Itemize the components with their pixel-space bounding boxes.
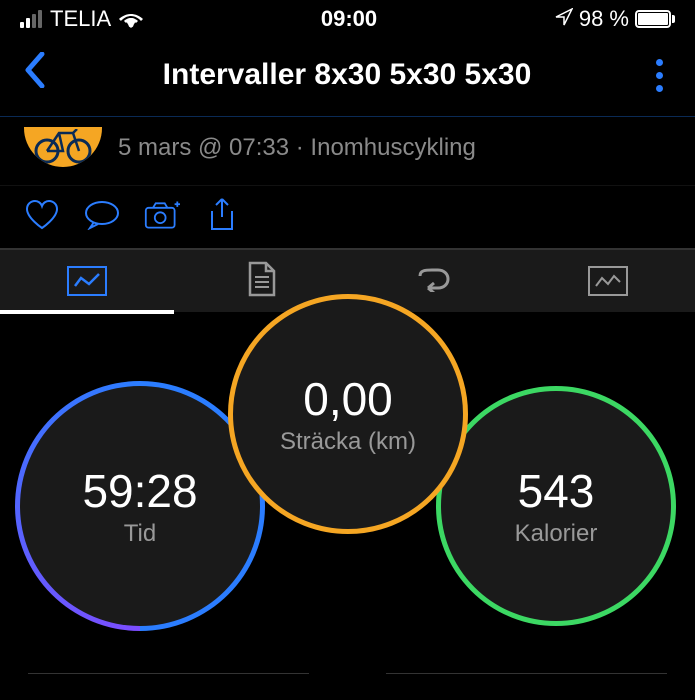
clock: 09:00 [321,6,377,32]
signal-icon [20,10,42,28]
activity-type-icon [24,127,102,167]
comment-button[interactable] [84,198,120,232]
document-icon [246,261,276,302]
carrier-label: TELIA [50,6,111,32]
gauge-distance-value: 0,00 [303,372,393,426]
stats-gauges: 59:28 Tid 0,00 Sträcka (km) 543 Kalorier [0,314,695,674]
laps-icon [414,266,454,297]
share-button[interactable] [204,198,240,232]
gauge-distance[interactable]: 0,00 Sträcka (km) [228,294,468,534]
wifi-icon [119,10,143,28]
activity-meta: 5 mars @ 07:33 · Inomhuscykling [118,134,476,162]
location-icon [555,6,573,32]
tab-charts[interactable] [521,250,695,312]
action-bar [0,186,695,248]
gauge-calories-label: Kalorier [515,520,598,548]
like-button[interactable] [24,198,60,232]
gauge-time-value: 59:28 [82,464,197,518]
tab-overview[interactable] [0,250,174,312]
charts-icon [588,266,628,296]
overview-icon [67,266,107,296]
battery-icon [635,10,675,28]
divider [0,673,695,674]
gauge-time-label: Tid [124,520,156,548]
page-title: Intervaller 8x30 5x30 5x30 [46,58,648,92]
back-button[interactable] [24,52,46,98]
activity-header: 5 mars @ 07:33 · Inomhuscykling [0,117,695,185]
gauge-time[interactable]: 59:28 Tid [20,386,260,626]
camera-button[interactable] [144,198,180,232]
gauge-calories[interactable]: 543 Kalorier [436,386,676,626]
status-right: 98 % [555,6,675,32]
menu-button[interactable] [648,59,671,92]
status-left: TELIA [20,6,143,32]
status-bar: TELIA 09:00 98 % [0,0,695,38]
battery-pct: 98 % [579,6,629,32]
nav-bar: Intervaller 8x30 5x30 5x30 [0,38,695,116]
gauge-distance-label: Sträcka (km) [280,428,416,456]
gauge-calories-value: 543 [518,464,595,518]
